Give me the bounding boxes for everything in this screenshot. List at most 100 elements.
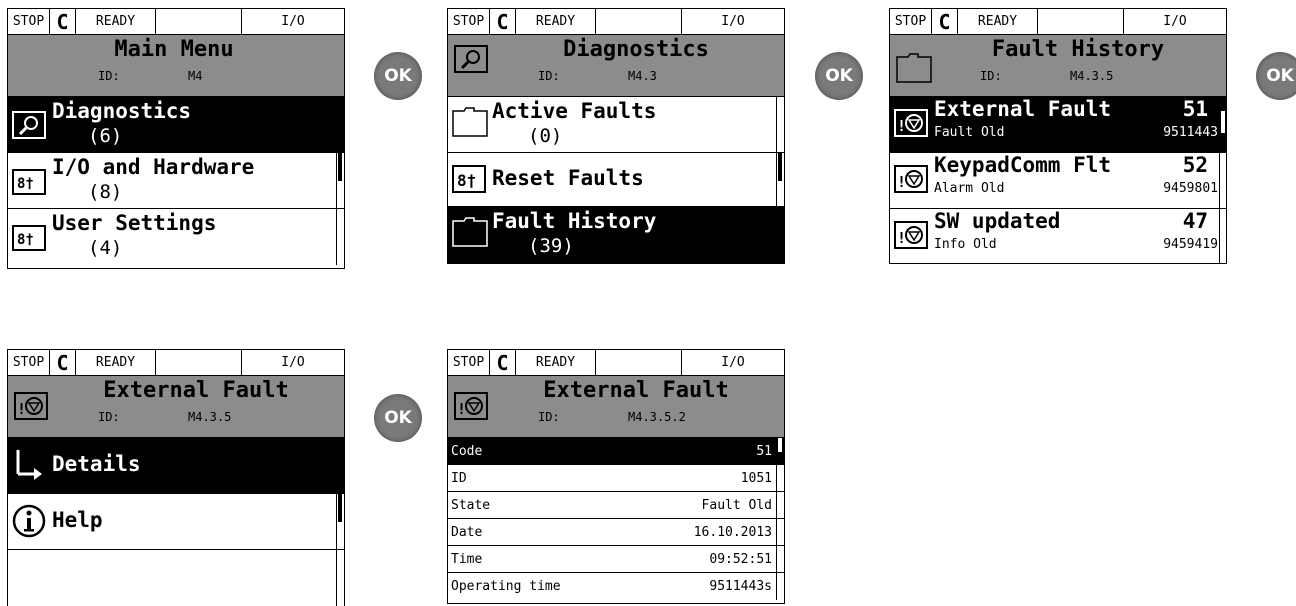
fault-name: KeypadComm Flt: [934, 153, 1112, 177]
detail-key: Time: [451, 552, 483, 567]
id-label: ID:: [98, 69, 120, 83]
svg-text:!: !: [457, 400, 466, 418]
control-icon: C: [50, 350, 76, 375]
scrollbar-track: [336, 438, 337, 606]
fault-icon: !: [894, 221, 928, 249]
menu-item-count: (8): [88, 181, 123, 203]
detail-value: 51: [756, 444, 772, 459]
fault-state: Info Old: [934, 237, 997, 252]
svg-text:8†: 8†: [17, 176, 34, 192]
page-header: Diagnostics ID: M4.3: [448, 35, 784, 97]
fault-item-keypadcomm[interactable]: ! KeypadComm Flt 52 Alarm Old 9459801: [890, 153, 1226, 209]
fault-number: 51: [1182, 97, 1208, 121]
menu-item-count: (0): [528, 125, 563, 147]
id-label: ID:: [538, 69, 560, 83]
detail-row-operating-time[interactable]: Operating time 9511443s: [448, 573, 784, 600]
details-list: Code 51 ID 1051 State Fault Old Date 16.…: [448, 438, 784, 600]
ok-button[interactable]: OK: [374, 52, 422, 100]
page-title: Diagnostics: [563, 37, 709, 62]
ok-button[interactable]: OK: [815, 52, 863, 100]
menu-list: Diagnostics (6) 8† I/O and Hardware (8) …: [8, 97, 344, 265]
menu-item-active-faults[interactable]: Active Faults (0): [448, 97, 784, 153]
menu-item-label: Active Faults: [492, 99, 657, 123]
fault-code: 9511443: [1163, 125, 1218, 140]
status-io: I/O: [281, 355, 305, 370]
folder-icon: [896, 53, 932, 83]
status-ready: READY: [76, 350, 156, 375]
status-io: I/O: [1163, 14, 1187, 29]
status-stop: STOP: [8, 9, 50, 34]
page-title: External Fault: [543, 378, 729, 403]
detail-key: Date: [451, 525, 483, 540]
folder-icon: [452, 107, 488, 137]
control-icon: C: [50, 9, 76, 34]
detail-row-state[interactable]: State Fault Old: [448, 492, 784, 519]
menu-item-user-settings[interactable]: 8† User Settings (4): [8, 209, 344, 265]
menu-item-reset-faults[interactable]: 8† Reset Faults: [448, 153, 784, 207]
menu-item-details[interactable]: Details: [8, 438, 344, 494]
scrollbar-thumb[interactable]: [778, 438, 782, 452]
status-ready: READY: [516, 350, 596, 375]
svg-text:!: !: [897, 117, 906, 135]
page-header: Main Menu ID: M4: [8, 35, 344, 97]
status-blank: [596, 9, 682, 34]
menu-list: Details Help: [8, 438, 344, 606]
control-icon: C: [932, 9, 958, 34]
detail-row-time[interactable]: Time 09:52:51: [448, 546, 784, 573]
menu-item-count: (4): [88, 237, 123, 259]
menu-item-label: Diagnostics: [52, 99, 192, 123]
page-header: ! External Fault ID: M4.3.5.2: [448, 376, 784, 438]
menu-item-label: User Settings: [52, 211, 217, 235]
page-header: ! External Fault ID: M4.3.5: [8, 376, 344, 438]
menu-item-label: Help: [52, 508, 103, 532]
fault-code: 9459419: [1163, 237, 1218, 252]
menu-item-fault-history[interactable]: Fault History (39): [448, 207, 784, 263]
detail-row-id[interactable]: ID 1051: [448, 465, 784, 492]
info-icon: [12, 504, 46, 538]
control-icon: C: [490, 350, 516, 375]
status-stop: STOP: [8, 350, 50, 375]
menu-item-label: I/O and Hardware: [52, 155, 255, 179]
menu-item-diagnostics[interactable]: Diagnostics (6): [8, 97, 344, 153]
ok-button[interactable]: OK: [374, 394, 422, 442]
status-bar: STOP C READY I/O: [8, 9, 344, 35]
fault-icon: !: [14, 392, 48, 420]
fault-item-external-fault[interactable]: ! External Fault 51 Fault Old 9511443: [890, 97, 1226, 153]
scrollbar-thumb[interactable]: [1221, 111, 1225, 133]
detail-key: State: [451, 498, 491, 513]
scrollbar-track: [776, 97, 777, 263]
status-stop: STOP: [890, 9, 932, 34]
io-hardware-icon: 8†: [12, 169, 46, 195]
status-stop: STOP: [448, 350, 490, 375]
id-value: M4.3.5.2: [628, 410, 686, 424]
ok-button[interactable]: OK: [1256, 52, 1296, 100]
status-bar: STOP C READY I/O: [8, 350, 344, 376]
fault-number: 47: [1182, 209, 1208, 233]
id-value: M4.3.5: [188, 410, 232, 424]
status-ready: READY: [76, 9, 156, 34]
fault-code: 9459801: [1163, 181, 1218, 196]
menu-item-io-hardware[interactable]: 8† I/O and Hardware (8): [8, 153, 344, 209]
scrollbar-thumb[interactable]: [338, 153, 342, 181]
status-io: I/O: [721, 355, 745, 370]
menu-list: Active Faults (0) 8† Reset Faults Fault …: [448, 97, 784, 263]
menu-item-label: Fault History: [492, 209, 657, 233]
detail-row-date[interactable]: Date 16.10.2013: [448, 519, 784, 546]
detail-key: Operating time: [451, 579, 561, 594]
menu-item-label: Details: [52, 452, 141, 476]
status-bar: STOP C READY I/O: [890, 9, 1226, 35]
id-value: M4.3.5: [1070, 69, 1114, 83]
page-title: External Fault: [103, 378, 289, 403]
id-value: M4: [188, 69, 203, 83]
status-blank: [596, 350, 682, 375]
fault-item-sw-updated[interactable]: ! SW updated 47 Info Old 9459419: [890, 209, 1226, 263]
menu-item-help[interactable]: Help: [8, 494, 344, 550]
scrollbar-thumb[interactable]: [338, 438, 342, 522]
fault-icon: !: [894, 109, 928, 137]
details-arrow-icon: [12, 448, 46, 482]
external-fault-panel: STOP C READY I/O ! External Fault ID: M4…: [7, 349, 345, 606]
scrollbar-thumb[interactable]: [778, 153, 782, 181]
id-label: ID:: [98, 410, 120, 424]
svg-text:!: !: [897, 229, 906, 247]
detail-row-code[interactable]: Code 51: [448, 438, 784, 465]
